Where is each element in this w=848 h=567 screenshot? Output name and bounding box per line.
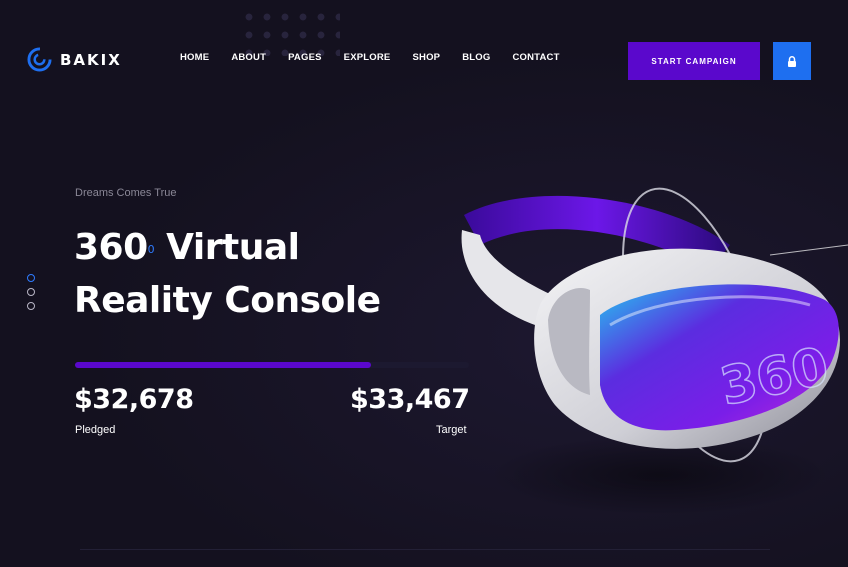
main-nav: HOME ABOUT PAGES EXPLORE SHOP BLOG CONTA… [180, 52, 582, 63]
light-streak [769, 244, 848, 256]
degree-mark: 0 [147, 243, 155, 256]
hero-title-line2: Reality Console [74, 280, 381, 321]
funding-progress-bar [75, 362, 469, 368]
slider-dot-2[interactable] [27, 288, 35, 296]
vr-headset-illustration: 360 [461, 187, 848, 515]
nav-item-pages[interactable]: PAGES [288, 52, 322, 63]
slider-dot-3[interactable] [27, 302, 35, 310]
nav-item-about[interactable]: ABOUT [231, 52, 266, 63]
page: BAKIX HOME ABOUT PAGES EXPLORE SHOP BLOG… [0, 0, 848, 567]
hero-title-word: Virtual [166, 227, 300, 268]
nav-item-shop[interactable]: SHOP [412, 52, 440, 63]
slider-pagination [27, 274, 35, 310]
hero-title-number: 360 [74, 227, 148, 268]
funding-progress-fill [75, 362, 371, 368]
nav-item-contact[interactable]: CONTACT [512, 52, 559, 63]
nav-item-explore[interactable]: EXPLORE [344, 52, 391, 63]
logo[interactable]: BAKIX [27, 47, 122, 72]
nav-item-home[interactable]: HOME [180, 52, 209, 63]
slider-dot-1[interactable] [27, 274, 35, 282]
lock-icon [788, 55, 796, 67]
hero-title: 3600 Virtual Reality Console [74, 221, 474, 327]
hero-subtitle: Dreams Comes True [75, 187, 177, 199]
logo-icon [27, 47, 52, 72]
start-campaign-button[interactable]: START CAMPAIGN [628, 42, 760, 80]
pledged-value: $32,678 [74, 384, 194, 415]
login-button[interactable] [773, 42, 811, 80]
section-divider [80, 549, 770, 550]
logo-text: BAKIX [60, 50, 122, 69]
pledged-label: Pledged [75, 424, 116, 436]
decorative-dots [240, 8, 340, 56]
nav-item-blog[interactable]: BLOG [462, 52, 490, 63]
